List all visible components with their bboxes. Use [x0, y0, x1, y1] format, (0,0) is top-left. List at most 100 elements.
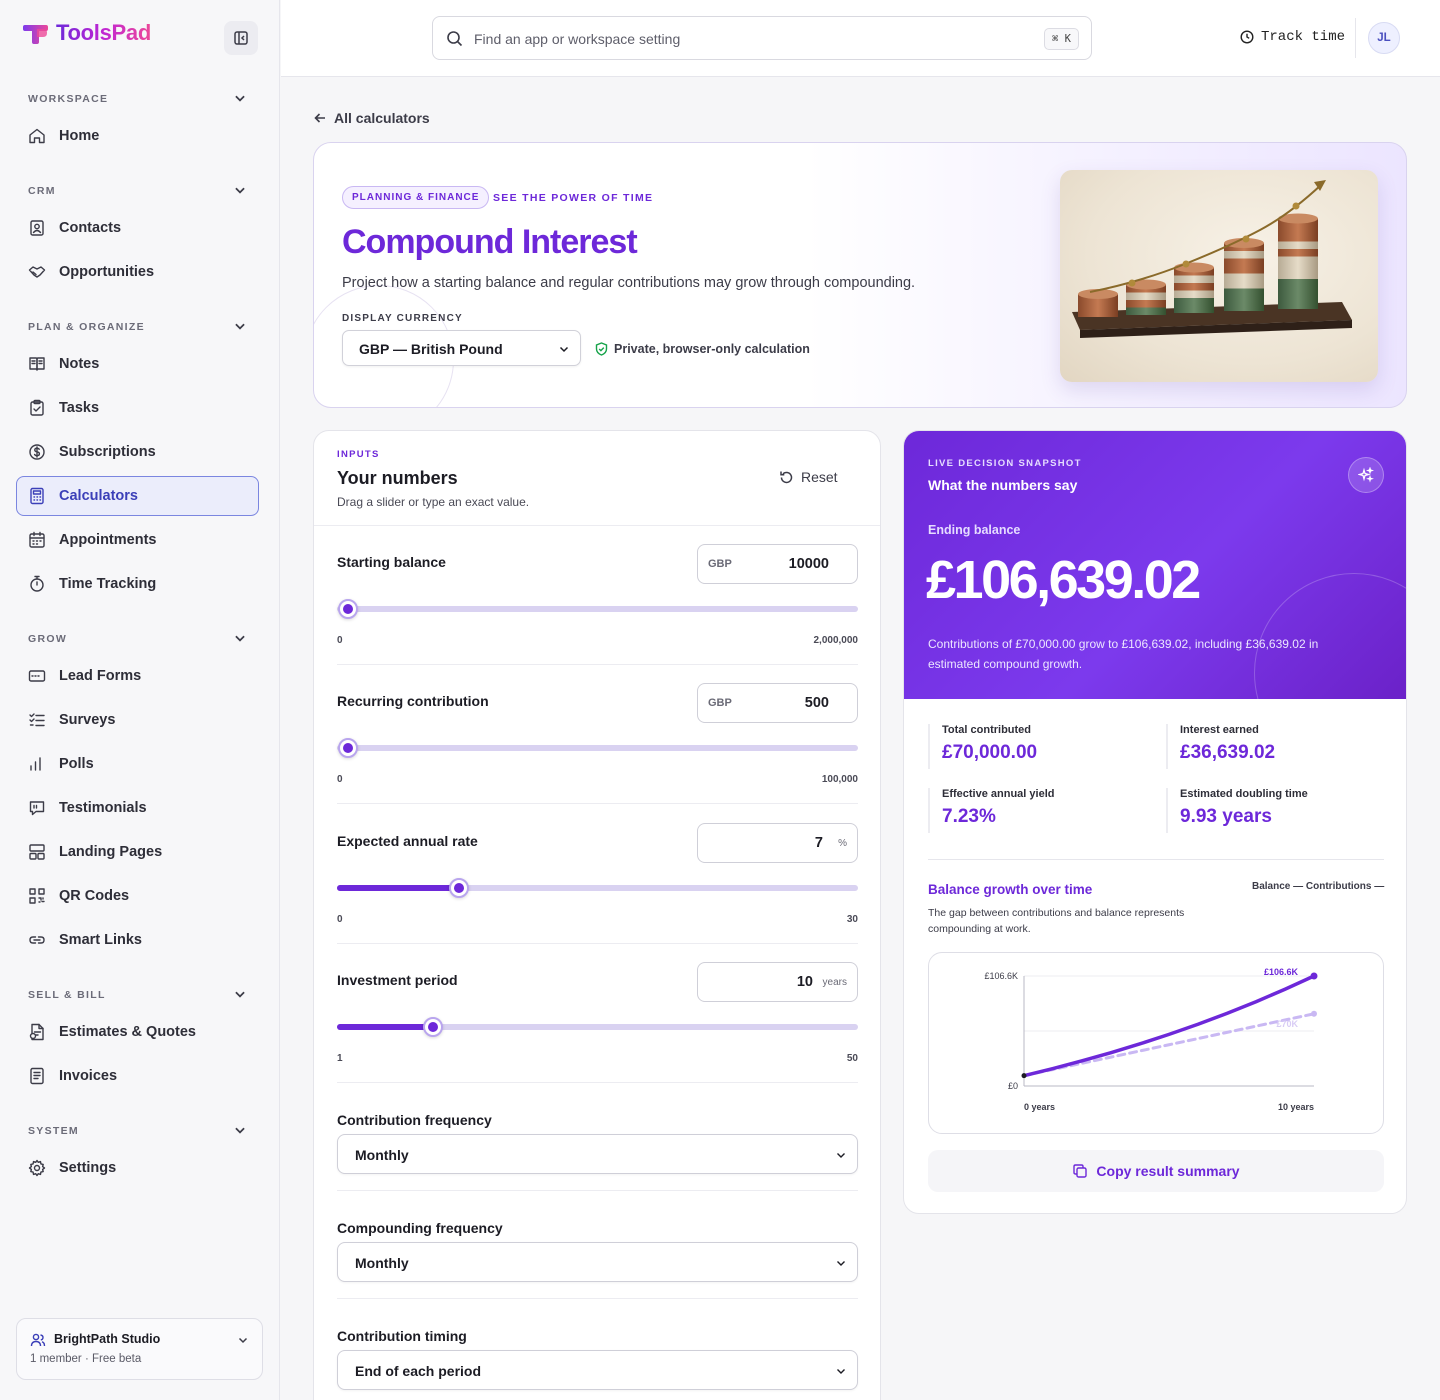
sidebar-item-home[interactable]: Home [16, 116, 259, 156]
stat-label: Interest earned [1180, 724, 1259, 736]
sidebar-section-title[interactable]: WORKSPACE [28, 93, 108, 105]
number-input[interactable]: GBP 10000 [697, 544, 858, 584]
sidebar-item-lead-forms[interactable]: Lead Forms [16, 656, 259, 696]
global-search[interactable]: Find an app or workspace setting ⌘ K [432, 16, 1092, 60]
sidebar-item-invoices[interactable]: Invoices [16, 1056, 259, 1096]
user-avatar[interactable]: JL [1368, 22, 1400, 54]
sidebar-item-tasks[interactable]: Tasks [16, 388, 259, 428]
sidebar-item-appointments[interactable]: Appointments [16, 520, 259, 560]
sidebar-item-testimonials[interactable]: Testimonials [16, 788, 259, 828]
reset-button[interactable]: Reset [779, 469, 838, 485]
sidebar-item-surveys[interactable]: Surveys [16, 700, 259, 740]
back-link[interactable]: All calculators [313, 110, 430, 126]
track-time-button[interactable]: Track time [1240, 29, 1345, 45]
topbar: Find an app or workspace setting ⌘ K Tra… [281, 0, 1440, 77]
stat-label: Total contributed [942, 724, 1032, 736]
chevron-down-icon [837, 1369, 845, 1374]
qr-icon [29, 888, 45, 904]
number-input[interactable]: GBP 500 [697, 683, 858, 723]
end-label-contributions: £70K [1276, 1019, 1298, 1029]
range-slider[interactable] [337, 1017, 858, 1037]
select-dropdown[interactable]: Monthly [337, 1242, 858, 1282]
sidebar-item-estimates-quotes[interactable]: Estimates & Quotes [16, 1012, 259, 1052]
chevron-down-icon[interactable] [233, 631, 247, 645]
sidebar-section-title[interactable]: PLAN & ORGANIZE [28, 321, 145, 333]
stat-card: Estimated doubling time 9.93 years [1166, 788, 1380, 833]
range-slider[interactable] [337, 878, 858, 898]
field-label: Compounding frequency [337, 1220, 503, 1236]
sidebar-item-notes[interactable]: Notes [16, 344, 259, 384]
sidebar-item-smart-links[interactable]: Smart Links [16, 920, 259, 960]
sidebar-item-qr-codes[interactable]: QR Codes [16, 876, 259, 916]
sidebar-item-calculators[interactable]: Calculators [16, 476, 259, 516]
input-value[interactable]: 10000 [789, 556, 829, 572]
input-value[interactable]: 7 [815, 835, 823, 851]
clipboard-check-icon [30, 399, 44, 416]
number-input[interactable]: 7 % [697, 823, 858, 863]
row-divider [337, 943, 858, 944]
growth-chart-svg: £0 £106.6K 0 years 10 years £106.6K £70K [984, 967, 1318, 1112]
sidebar-section-title[interactable]: CRM [28, 185, 56, 197]
chevron-down-icon[interactable] [233, 1123, 247, 1137]
checklist-icon [29, 713, 45, 727]
sidebar-section-title[interactable]: SELL & BILL [28, 989, 106, 1001]
currency-value: GBP — British Pound [359, 341, 503, 357]
field-label: Recurring contribution [337, 693, 489, 709]
slider-fill [337, 1024, 433, 1030]
number-input[interactable]: 10 years [697, 962, 858, 1002]
sidebar-section-title[interactable]: SYSTEM [28, 1125, 79, 1137]
slider-thumb[interactable] [338, 738, 358, 758]
sidebar-item-landing-pages[interactable]: Landing Pages [16, 832, 259, 872]
input-value[interactable]: 500 [805, 695, 829, 711]
start-point [1021, 1073, 1027, 1079]
sidebar-section-title[interactable]: GROW [28, 633, 67, 645]
input-value[interactable]: 10 [797, 974, 813, 990]
field-label: Contribution timing [337, 1328, 467, 1344]
sidebar-item-label: Appointments [59, 532, 157, 548]
ending-balance-label: Ending balance [928, 523, 1021, 537]
sidebar-item-polls[interactable]: Polls [16, 744, 259, 784]
chevron-down-icon[interactable] [233, 319, 247, 333]
slider-max: 50 [846, 1053, 858, 1064]
reset-label: Reset [801, 469, 838, 485]
sidebar-item-time-tracking[interactable]: Time Tracking [16, 564, 259, 604]
insights-button[interactable] [1348, 457, 1384, 493]
sidebar-item-subscriptions[interactable]: Subscriptions [16, 432, 259, 472]
sidebar-item-label: Tasks [59, 400, 100, 416]
chevron-down-icon[interactable] [233, 183, 247, 197]
stopwatch-icon [30, 575, 44, 592]
range-slider[interactable] [337, 599, 858, 619]
slider-thumb[interactable] [423, 1017, 443, 1037]
search-input[interactable]: Find an app or workspace setting [474, 31, 680, 47]
sidebar-item-label: Subscriptions [59, 444, 156, 460]
range-slider[interactable] [337, 738, 858, 758]
sidebar-item-opportunities[interactable]: Opportunities [16, 252, 259, 292]
slider-thumb[interactable] [338, 599, 358, 619]
hero-card: PLANNING & FINANCE SEE THE POWER OF TIME… [313, 142, 1407, 408]
sidebar-collapse-icon [234, 31, 248, 45]
sidebar-item-label: QR Codes [59, 888, 130, 904]
collapse-sidebar-button[interactable] [224, 21, 258, 55]
sidebar-item-label: Invoices [59, 1068, 118, 1084]
copy-summary-button[interactable]: Copy result summary [928, 1150, 1384, 1192]
slider-min: 0 [337, 635, 343, 646]
slider-thumb[interactable] [449, 878, 469, 898]
sidebar-item-settings[interactable]: Settings [16, 1148, 259, 1188]
select-dropdown[interactable]: Monthly [337, 1134, 858, 1174]
logo-icon [23, 25, 48, 44]
chevron-down-icon[interactable] [233, 91, 247, 105]
inputs-card: INPUTS Your numbers Drag a slider or typ… [313, 430, 881, 1400]
search-icon [447, 31, 463, 47]
sidebar-item-contacts[interactable]: Contacts [16, 208, 259, 248]
stat-card: Effective annual yield 7.23% [928, 788, 1142, 833]
form-icon [28, 670, 46, 682]
workspace-meta: 1 member · Free beta [30, 1353, 142, 1365]
workspace-switcher[interactable]: BrightPath Studio 1 member · Free beta [16, 1318, 263, 1380]
results-divider [928, 859, 1384, 860]
invoice-icon [30, 1067, 44, 1085]
brand-logo[interactable]: ToolsPad [22, 20, 151, 46]
page-description: Project how a starting balance and regul… [342, 275, 916, 291]
currency-select[interactable]: GBP — British Pound [342, 330, 581, 366]
chevron-down-icon[interactable] [233, 987, 247, 1001]
select-dropdown[interactable]: End of each period [337, 1350, 858, 1390]
